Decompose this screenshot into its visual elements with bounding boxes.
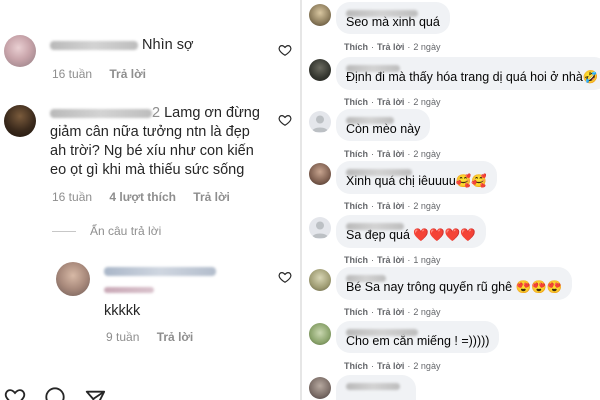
- comment-time: 2 ngày: [413, 307, 441, 317]
- reply-link[interactable]: Trả lời: [377, 307, 404, 317]
- avatar[interactable]: [309, 323, 331, 345]
- reply-link[interactable]: Trả lời: [109, 67, 146, 81]
- comment-text: Cho em cắn miếng ! =))))): [346, 334, 490, 348]
- avatar[interactable]: [309, 111, 331, 133]
- comment-bubble: Sa đẹp quá ❤️❤️❤️❤️: [336, 215, 486, 248]
- hide-replies-toggle[interactable]: Ẩn câu trả lời: [52, 224, 161, 238]
- comment-text: Bé Sa nay trông quyến rũ ghê 😍😍😍: [346, 280, 563, 294]
- reply-link[interactable]: Trả lời: [377, 255, 404, 265]
- default-avatar-icon: [312, 115, 328, 132]
- comment-time: 2 ngày: [413, 201, 441, 211]
- comment-bubble: Định đi mà thấy hóa trang dị quá hoi ở n…: [336, 57, 600, 90]
- comment-meta: Thích · Trả lời · 1 ngày: [344, 255, 441, 265]
- username-blurred[interactable]: [346, 10, 418, 18]
- username-blurred[interactable]: [346, 169, 412, 177]
- comment-meta: Thích · Trả lời · 2 ngày: [344, 97, 441, 107]
- like-link[interactable]: Thích: [344, 97, 368, 107]
- comment-time: 16 tuần: [52, 67, 93, 81]
- reply-link[interactable]: Trả lời: [377, 149, 404, 159]
- comment-bubble: Bé Sa nay trông quyến rũ ghê 😍😍😍: [336, 267, 573, 300]
- likes-count[interactable]: 4 lượt thích: [109, 190, 176, 204]
- like-link[interactable]: Thích: [344, 255, 368, 265]
- heart-icon[interactable]: [278, 270, 292, 284]
- avatar[interactable]: [309, 163, 331, 185]
- avatar[interactable]: [4, 35, 36, 67]
- like-icon[interactable]: [4, 386, 26, 400]
- reply-link[interactable]: Trả lời: [377, 42, 404, 52]
- reply-link[interactable]: Trả lời: [193, 190, 230, 204]
- comment-time: 9 tuần: [106, 330, 140, 344]
- comment-meta: 16 tuần 4 lượt thích Trả lời: [52, 190, 244, 204]
- username-blurred[interactable]: [50, 40, 138, 50]
- comment-meta: Thích · Trả lời · 2 ngày: [344, 307, 441, 317]
- username-blurred[interactable]: [50, 108, 152, 118]
- username-blurred[interactable]: [346, 383, 400, 391]
- username-blurred[interactable]: [346, 117, 394, 125]
- avatar[interactable]: [309, 217, 331, 239]
- comment-meta: Thích · Trả lời · 2 ngày: [344, 42, 441, 52]
- comment-time: 2 ngày: [413, 361, 441, 371]
- like-link[interactable]: Thích: [344, 361, 368, 371]
- share-icon[interactable]: [84, 388, 106, 400]
- divider-line: [52, 230, 76, 232]
- default-avatar-icon: [312, 221, 328, 238]
- avatar[interactable]: [309, 59, 331, 81]
- comment-meta: Thích · Trả lời · 2 ngày: [344, 149, 441, 159]
- reply-comment-text: kkkkk: [104, 262, 216, 321]
- avatar[interactable]: [56, 262, 90, 296]
- username-blurred[interactable]: [346, 275, 386, 283]
- like-link[interactable]: Thích: [344, 149, 368, 159]
- comment-bubble: Cho em cắn miếng ! =))))): [336, 321, 500, 353]
- comment-text: Seo mà xinh quá: [346, 15, 440, 29]
- comment-bubble: Xinh quá chị iêuuuu🥰🥰: [336, 161, 497, 194]
- comment-text: Xinh quá chị iêuuuu🥰🥰: [346, 174, 487, 188]
- comment-meta: 9 tuần Trả lời: [106, 330, 207, 344]
- like-link[interactable]: Thích: [344, 42, 368, 52]
- reply-link[interactable]: Trả lời: [377, 201, 404, 211]
- like-link[interactable]: Thích: [344, 201, 368, 211]
- comment-time: 2 ngày: [413, 42, 441, 52]
- reply-link[interactable]: Trả lời: [377, 361, 404, 371]
- comment-meta: Thích · Trả lời · 2 ngày: [344, 201, 441, 211]
- comment-time: 2 ngày: [413, 97, 441, 107]
- username-blurred[interactable]: [104, 266, 216, 276]
- comment-text: Nhìn sợ: [50, 36, 193, 55]
- comment-time: 2 ngày: [413, 149, 441, 159]
- comment-time: 16 tuần: [52, 190, 93, 204]
- reply-link[interactable]: Trả lời: [377, 97, 404, 107]
- comment-bubble: Còn mèo này: [336, 109, 431, 141]
- comment-bubble: Seo mà xinh quá: [336, 2, 450, 34]
- comment-meta: 16 tuần Trả lời: [52, 67, 160, 81]
- reply-link[interactable]: Trả lời: [157, 330, 194, 344]
- username-fragment: 2: [152, 105, 161, 121]
- facebook-comments-panel: Seo mà xinh quá Thích · Trả lời · 2 ngày Địn…: [302, 0, 600, 400]
- like-link[interactable]: Thích: [344, 307, 368, 317]
- comment-text: Sa đẹp quá ❤️❤️❤️❤️: [346, 228, 476, 242]
- comment-text: Định đi mà thấy hóa trang dị quá hoi ở n…: [346, 70, 599, 84]
- heart-icon[interactable]: [278, 43, 292, 57]
- username-blurred[interactable]: [346, 223, 404, 231]
- comment-text: 2 Lamg ơn đừng giảm cân nữa tưởng ntn là…: [50, 105, 260, 178]
- comment-meta: Thích · Trả lời · 2 ngày: [344, 361, 441, 371]
- heart-icon[interactable]: [278, 113, 292, 127]
- hide-replies-label: Ẩn câu trả lời: [90, 224, 162, 238]
- avatar[interactable]: [309, 4, 331, 26]
- username-blurred[interactable]: [346, 65, 400, 73]
- username-blurred[interactable]: [346, 329, 418, 337]
- comment-icon[interactable]: [44, 386, 66, 400]
- avatar[interactable]: [309, 269, 331, 291]
- comment-text: Còn mèo này: [346, 122, 421, 136]
- instagram-comments-panel: Nhìn sợ 16 tuần Trả lời 2 Lamg ơn đừng g…: [0, 0, 300, 400]
- comment-bubble: [336, 375, 416, 400]
- username-blurred: [104, 287, 154, 294]
- avatar[interactable]: [4, 105, 36, 137]
- comment-time: 1 ngày: [413, 255, 441, 265]
- avatar[interactable]: [309, 377, 331, 399]
